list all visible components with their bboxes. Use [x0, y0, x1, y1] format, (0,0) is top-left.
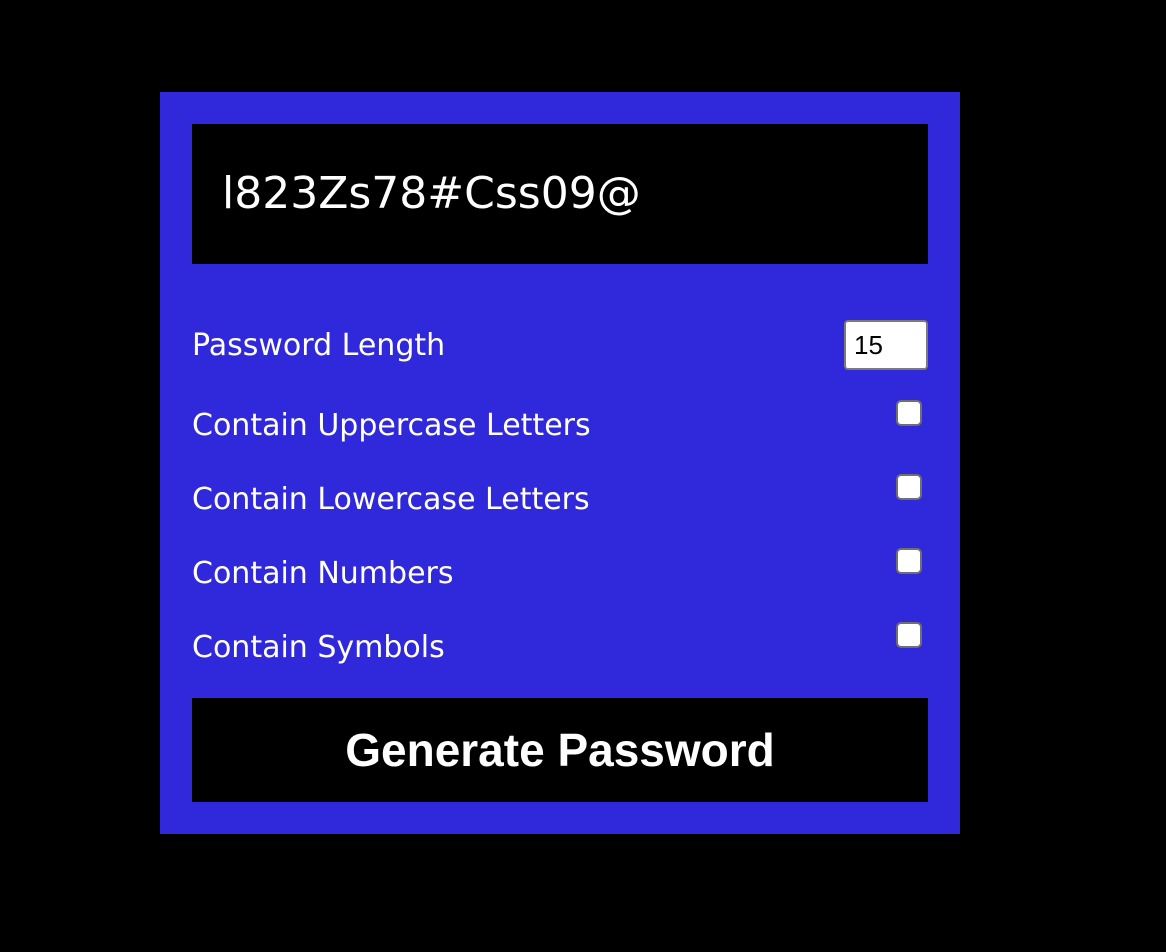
numbers-checkbox[interactable] — [896, 548, 922, 574]
setting-row-uppercase: Contain Uppercase Letters — [192, 400, 928, 443]
symbols-checkbox[interactable] — [896, 622, 922, 648]
generated-password-text: l823Zs78#Css09@ — [222, 168, 641, 219]
setting-row-symbols: Contain Symbols — [192, 622, 928, 665]
setting-row-length: Password Length — [192, 320, 928, 370]
uppercase-label: Contain Uppercase Letters — [192, 408, 591, 443]
lowercase-label: Contain Lowercase Letters — [192, 482, 590, 517]
password-length-input[interactable] — [844, 320, 928, 370]
generate-password-button[interactable]: Generate Password — [192, 698, 928, 802]
setting-row-numbers: Contain Numbers — [192, 548, 928, 591]
password-generator-card: l823Zs78#Css09@ Password Length Contain … — [160, 92, 960, 834]
uppercase-checkbox[interactable] — [896, 400, 922, 426]
lowercase-checkbox[interactable] — [896, 474, 922, 500]
password-length-label: Password Length — [192, 328, 446, 363]
setting-row-lowercase: Contain Lowercase Letters — [192, 474, 928, 517]
password-result-display: l823Zs78#Css09@ — [192, 124, 928, 264]
symbols-label: Contain Symbols — [192, 630, 445, 665]
numbers-label: Contain Numbers — [192, 556, 454, 591]
